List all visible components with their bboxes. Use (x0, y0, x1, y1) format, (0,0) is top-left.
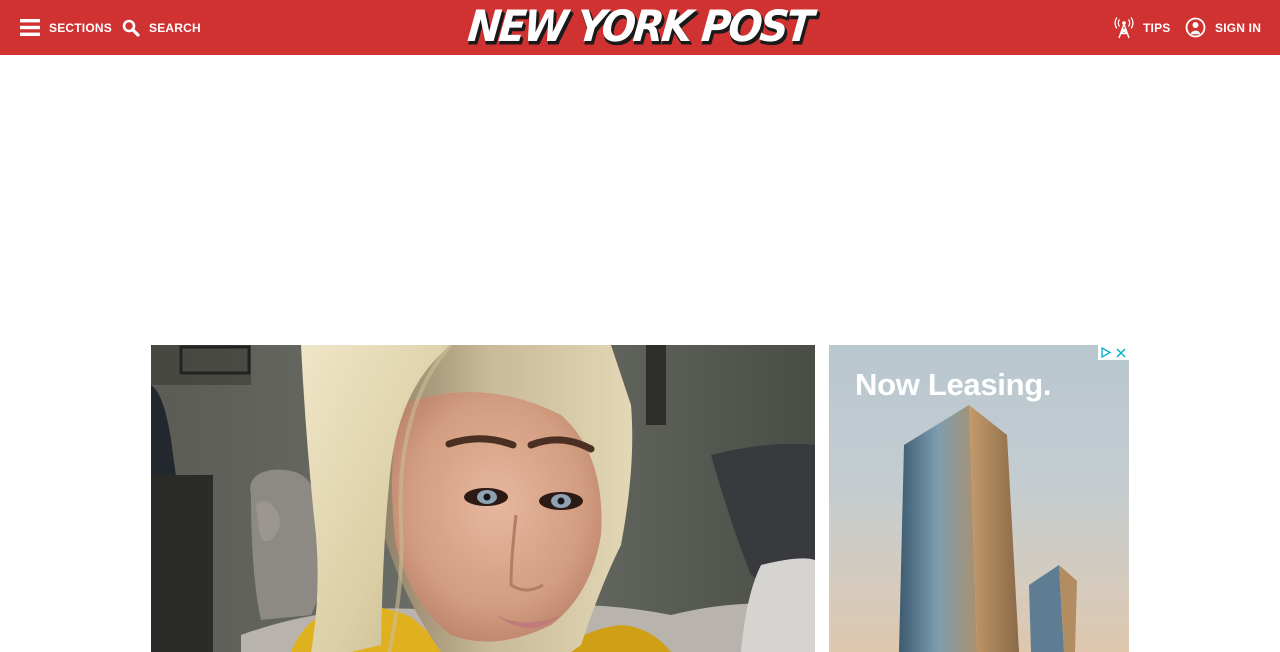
search-label: SEARCH (149, 20, 201, 35)
ad-headline: Now Leasing. (855, 367, 1052, 402)
tips-button[interactable]: TIPS (1114, 0, 1170, 55)
adchoices-icon[interactable] (1098, 345, 1113, 360)
adchoices-badge[interactable] (1098, 345, 1129, 360)
sign-in-button[interactable]: SIGN IN (1185, 0, 1261, 55)
user-circle-icon (1185, 17, 1206, 38)
sections-label: SECTIONS (49, 20, 112, 35)
article-photo[interactable] (151, 345, 815, 652)
radio-tower-icon (1114, 16, 1134, 39)
top-navigation-bar: SECTIONS SEARCH NEW YORK POST TIPS SIGN … (0, 0, 1280, 55)
hamburger-menu-icon (20, 19, 40, 36)
tips-label: TIPS (1143, 20, 1171, 35)
search-button[interactable]: SEARCH (122, 0, 201, 55)
top-ad-space (0, 55, 1280, 345)
sections-menu-button[interactable]: SECTIONS (20, 0, 112, 55)
article-photo-image (151, 345, 815, 652)
logo-wordmark: NEW YORK POST (465, 2, 814, 52)
sign-in-label: SIGN IN (1215, 20, 1262, 35)
magnifier-search-icon (122, 19, 140, 37)
new-york-post-logo[interactable]: NEW YORK POST (466, 2, 814, 52)
close-icon[interactable] (1113, 345, 1128, 360)
sidebar-advertisement[interactable]: Now Leasing. (829, 345, 1129, 652)
